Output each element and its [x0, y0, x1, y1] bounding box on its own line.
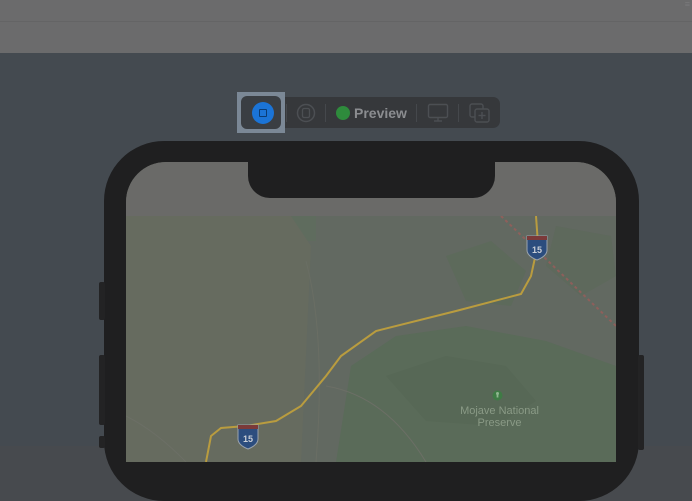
poi-name-line1: Mojave National: [460, 405, 539, 417]
highway-shield-label: 15: [243, 434, 253, 444]
volume-down-button: [99, 436, 105, 448]
device-settings-icon[interactable]: [427, 103, 449, 123]
map-poi-label[interactable]: Mojave National Preserve: [452, 405, 547, 429]
toolbar-separator: [416, 104, 417, 122]
variants-icon[interactable]: [295, 102, 317, 124]
divider: [0, 21, 692, 22]
poi-name-line2: Preserve: [477, 417, 522, 429]
power-button: [638, 355, 644, 450]
toolbar-separator: [458, 104, 459, 122]
volume-up-button: [99, 355, 105, 425]
live-preview-button[interactable]: [252, 102, 274, 124]
toolbar-separator: [286, 104, 287, 122]
mute-switch: [99, 282, 105, 320]
toolbar-separator: [325, 104, 326, 122]
highway-shield-label: 15: [532, 245, 542, 255]
menu-icon[interactable]: ≡: [685, 0, 690, 9]
preview-status-icon: [336, 106, 350, 120]
device-notch: [248, 150, 495, 198]
park-pin-icon[interactable]: [492, 390, 503, 403]
duplicate-icon[interactable]: [468, 102, 492, 124]
editor-top-area: ≡: [0, 0, 692, 53]
stop-square-icon: [259, 109, 267, 117]
preview-label[interactable]: Preview: [354, 104, 407, 122]
